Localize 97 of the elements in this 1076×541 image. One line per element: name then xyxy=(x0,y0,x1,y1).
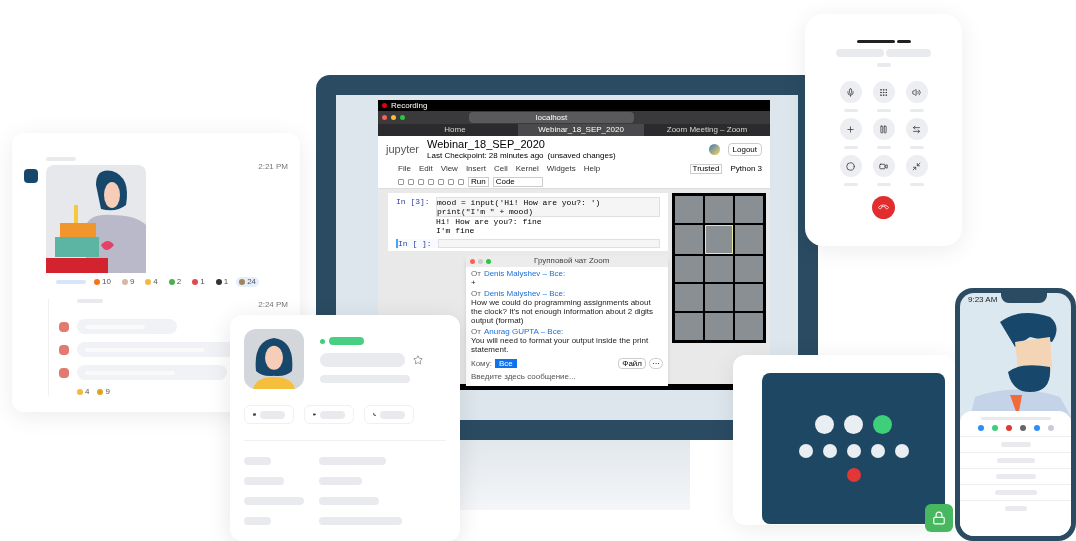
chat-message: You will need to format your output inside the print statement. xyxy=(471,336,650,354)
notebook-cell[interactable]: In [ ]: xyxy=(396,239,660,248)
chat-message: How we could do programming assignments about the clock? It's not enough information about 2 digits output (format) xyxy=(471,298,655,325)
recipient-dropdown[interactable]: Все xyxy=(494,359,517,368)
minimize-button[interactable] xyxy=(905,155,928,177)
reaction-count: 2 xyxy=(176,278,182,286)
chat-bubble-icon xyxy=(253,411,256,418)
reaction-count: 4 xyxy=(85,388,90,396)
microphone-button[interactable] xyxy=(839,81,862,103)
address-bar[interactable]: localhost xyxy=(469,112,634,123)
video-camera-icon xyxy=(313,411,316,418)
reaction-chip[interactable]: 1 xyxy=(189,277,208,287)
recording-label: Recording xyxy=(391,101,428,110)
sender-name[interactable]: Denis Malyshev – Все: xyxy=(483,269,566,278)
code-line: mood = input('Hi! How are you?: ') xyxy=(437,198,602,207)
plus-icon xyxy=(846,124,855,134)
sender-name[interactable]: Denis Malyshev – Все: xyxy=(483,289,566,298)
browser-tab[interactable]: Zoom Meeting – Zoom xyxy=(644,124,770,136)
video-icon xyxy=(879,161,888,171)
reaction-count: 1 xyxy=(200,278,205,286)
cell-prompt: In [3]: xyxy=(396,197,431,208)
reaction-count: 1 xyxy=(223,278,229,286)
record-icon xyxy=(846,161,855,171)
record-button[interactable] xyxy=(839,155,862,177)
microphone-icon xyxy=(846,87,855,97)
reaction-count: 4 xyxy=(153,278,158,286)
reaction-chip[interactable]: 1 xyxy=(212,277,232,287)
keypad-icon xyxy=(879,87,888,97)
menu-item[interactable]: Widgets xyxy=(546,164,576,173)
speaker-icon xyxy=(912,87,921,97)
user-avatar xyxy=(59,367,69,378)
woman-avatar-drawing xyxy=(244,329,304,389)
sender-name[interactable]: Anurag GUPTA – Все: xyxy=(483,327,564,336)
keypad-button[interactable] xyxy=(872,81,895,103)
browser-tab[interactable]: Webinar_18_SEP_2020 xyxy=(518,124,644,136)
user-avatar xyxy=(24,169,38,183)
output-line: Hi! How are you?: fine xyxy=(436,217,543,226)
chat-window-title: Групповой чат Zoom xyxy=(534,257,610,265)
speaker-button[interactable] xyxy=(905,81,928,103)
reaction-count: 9 xyxy=(105,388,110,396)
reaction-count: 10 xyxy=(102,278,111,286)
unsaved-text: (unsaved changes) xyxy=(547,151,616,160)
menu-item[interactable]: Insert xyxy=(465,164,486,173)
jupyter-logo: jupyter xyxy=(386,143,420,155)
reaction-chip[interactable]: 2 xyxy=(165,277,185,287)
swap-button[interactable] xyxy=(905,118,928,140)
from-label: От xyxy=(471,289,481,298)
user-avatar xyxy=(59,344,69,355)
reaction-count: 9 xyxy=(129,278,135,286)
pause-button[interactable] xyxy=(872,118,895,140)
notebook-title: Webinar_18_SEP_2020 xyxy=(427,138,546,150)
reaction-count: 24 xyxy=(247,278,257,286)
text-placeholder xyxy=(56,280,86,284)
star-icon[interactable] xyxy=(413,355,423,365)
output-line: I'm fine xyxy=(436,226,476,235)
menu-item[interactable]: File xyxy=(398,164,411,173)
video-button[interactable] xyxy=(872,155,895,177)
browser-tab[interactable]: Home xyxy=(392,124,518,136)
menu-item[interactable]: Edit xyxy=(418,164,433,173)
reaction-chip[interactable]: 24 xyxy=(236,277,260,287)
message-time: 2:21 PM xyxy=(258,161,288,173)
chat-message: + xyxy=(471,278,477,287)
reaction-chip[interactable]: 9 xyxy=(118,277,138,287)
reaction-chip[interactable]: 10 xyxy=(91,277,114,287)
checkpoint-text: Last Checkpoint: 28 minutes ago xyxy=(427,151,544,160)
file-button[interactable]: Файл xyxy=(618,358,646,369)
menu-item[interactable]: Cell xyxy=(493,164,508,173)
plus-button[interactable] xyxy=(839,118,862,140)
run-button[interactable]: Run xyxy=(468,176,489,187)
code-line: print("I'm " + mood) xyxy=(437,207,534,216)
pause-icon xyxy=(879,124,888,134)
message-input[interactable]: Введите здесь сообщение... xyxy=(471,371,663,383)
phone-time: 9:23 AM xyxy=(968,296,998,304)
message-time: 2:24 PM xyxy=(258,299,288,311)
from-label: От xyxy=(471,269,481,278)
to-label: Кому: xyxy=(471,359,492,368)
menu-item[interactable]: Help xyxy=(583,164,601,173)
menu-item[interactable]: Kernel xyxy=(515,164,539,173)
reaction-chip[interactable]: 4 xyxy=(142,277,161,287)
phone-notch xyxy=(1001,293,1048,303)
from-label: От xyxy=(471,327,481,336)
text-placeholder xyxy=(329,337,364,345)
minimize-icon xyxy=(912,161,921,171)
menu-item[interactable]: View xyxy=(440,164,458,173)
phone-icon xyxy=(373,411,376,418)
code-input[interactable]: mood = input('Hi! How are you?: ') print("I'm " + mood) xyxy=(436,197,660,217)
cell-type-dropdown[interactable]: Code xyxy=(492,176,543,187)
notebook-cell[interactable]: In [3]: mood = input('Hi! How are you?: ') print("I'm " + mood) Hi! How are you?: fine I'm fine xyxy=(396,197,660,235)
swap-icon xyxy=(912,124,921,134)
code-input[interactable] xyxy=(438,239,660,248)
user-avatar xyxy=(59,321,69,332)
trusted-badge: Trusted xyxy=(689,163,723,174)
kernel-name: Python 3 xyxy=(730,164,762,173)
python-logo-icon xyxy=(708,143,720,155)
logout-button[interactable]: Logout xyxy=(727,142,762,156)
end-call-button[interactable] xyxy=(872,196,895,219)
cell-prompt: In [ ]: xyxy=(398,239,433,248)
